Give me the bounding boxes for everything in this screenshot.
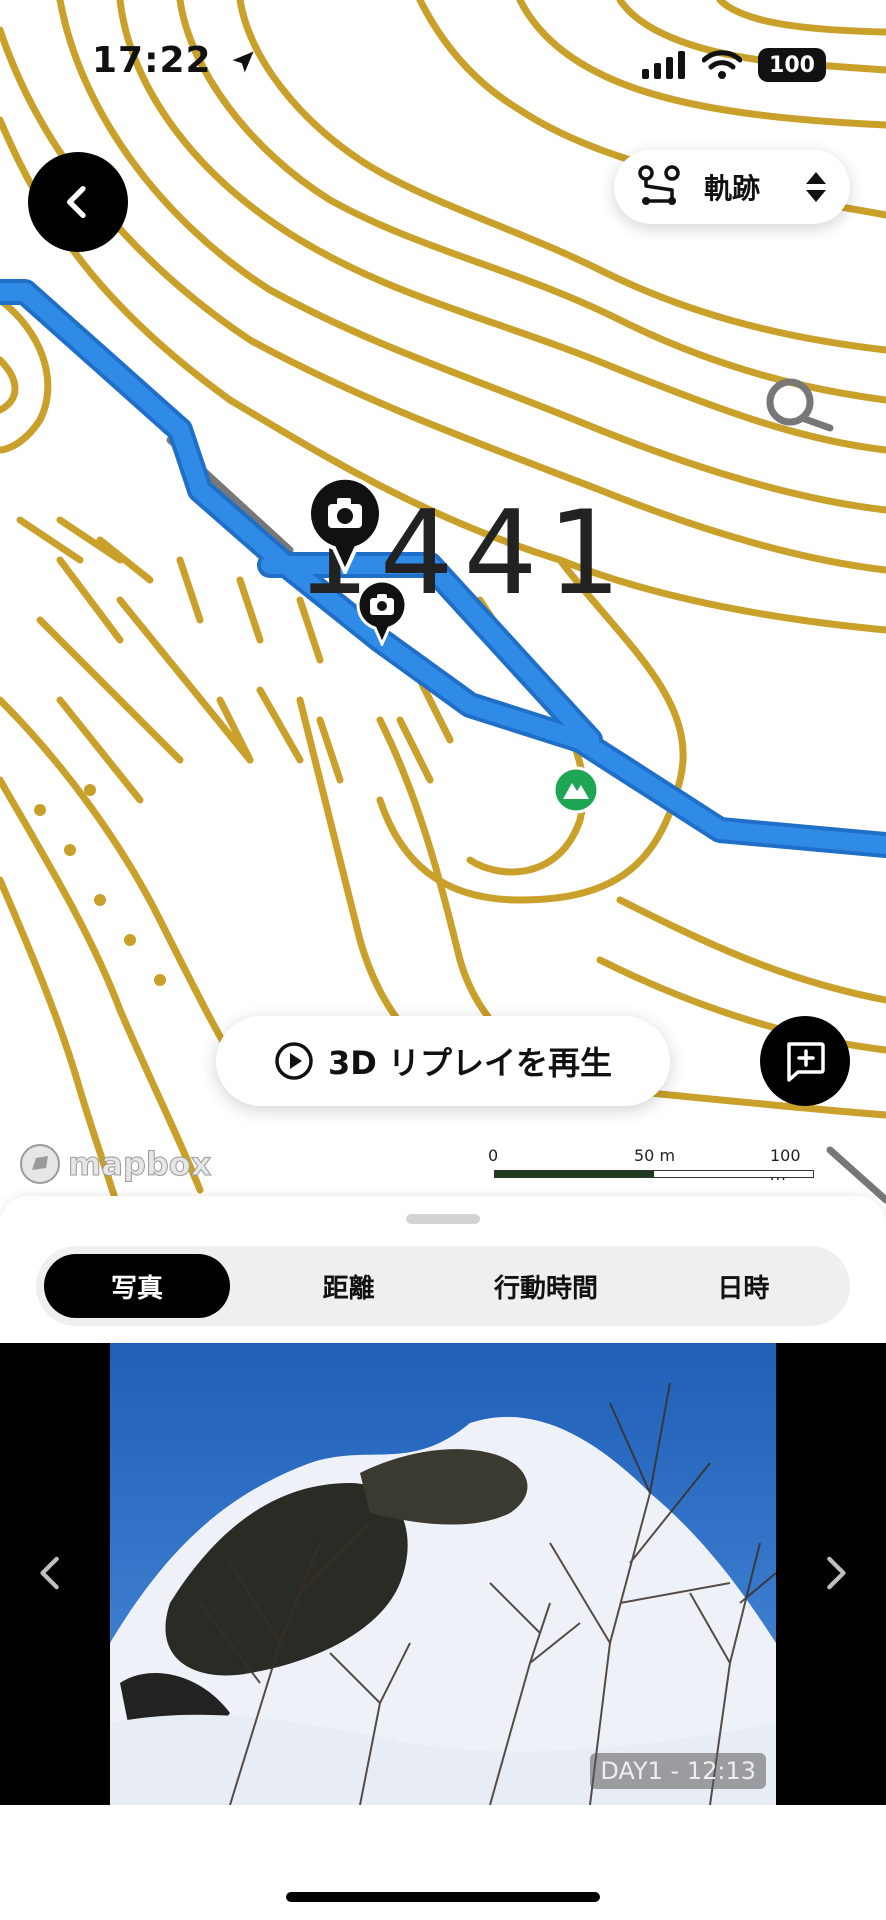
scale-fill xyxy=(495,1171,654,1177)
status-time: 17:22 xyxy=(92,40,257,81)
map-scale-bar: 0 50 m 100 m xyxy=(488,1146,820,1186)
battery-indicator: 100 xyxy=(758,48,826,82)
camera-pin-icon[interactable] xyxy=(356,580,408,646)
scale-end: 100 m xyxy=(770,1146,801,1184)
wifi-icon xyxy=(702,50,742,79)
bottom-sheet: 写真 距離 行動時間 日時 DAY1 - 12:13 xyxy=(0,1196,886,1920)
summit-marker-icon[interactable] xyxy=(552,766,600,814)
sheet-grabber[interactable] xyxy=(406,1214,480,1224)
scale-start: 0 xyxy=(488,1146,499,1165)
tab-photos[interactable]: 写真 xyxy=(44,1254,230,1318)
track-selector-label: 軌跡 xyxy=(704,172,761,205)
status-indicators: 100 xyxy=(642,48,826,82)
up-down-arrows-icon xyxy=(806,172,826,202)
replay-3d-label: 3D リプレイを再生 xyxy=(328,1044,612,1082)
photo-image[interactable]: DAY1 - 12:13 xyxy=(110,1343,776,1805)
location-arrow-icon xyxy=(232,51,254,73)
segmented-tabs: 写真 距離 行動時間 日時 xyxy=(36,1246,850,1326)
route-icon xyxy=(638,165,680,205)
chevron-right-icon[interactable] xyxy=(818,1553,852,1593)
back-button[interactable] xyxy=(28,152,128,252)
track-selector[interactable]: 軌跡 xyxy=(614,150,850,224)
time-text: 17:22 xyxy=(92,40,212,81)
cellular-signal-icon xyxy=(642,51,685,79)
replay-3d-button[interactable]: 3D リプレイを再生 xyxy=(216,1016,670,1106)
scale-line xyxy=(494,1170,814,1178)
home-indicator[interactable] xyxy=(286,1892,600,1902)
status-bar: 17:22 100 xyxy=(0,0,886,120)
mapbox-logo-icon xyxy=(20,1144,60,1184)
mapbox-wordmark: mapbox xyxy=(67,1145,212,1184)
scale-mid: 50 m xyxy=(634,1146,676,1165)
chevron-left-icon xyxy=(67,186,86,218)
play-circle-icon xyxy=(275,1042,313,1080)
mapbox-attribution[interactable]: mapbox xyxy=(18,1142,212,1186)
photo-caption: DAY1 - 12:13 xyxy=(590,1753,766,1789)
chevron-left-icon[interactable] xyxy=(34,1553,68,1593)
add-post-button[interactable] xyxy=(760,1016,850,1106)
photo-snowy-mountain-trees xyxy=(110,1343,776,1805)
camera-pin-icon[interactable] xyxy=(306,476,384,574)
map-view[interactable]: 1441 17:22 100 軌跡 3D リプレイを再生 mapbox 0 50… xyxy=(0,0,886,1215)
tab-datetime[interactable]: 日時 xyxy=(645,1254,842,1318)
photo-gallery[interactable]: DAY1 - 12:13 xyxy=(0,1343,886,1805)
tab-activity-time[interactable]: 行動時間 xyxy=(447,1254,644,1318)
tab-distance[interactable]: 距離 xyxy=(250,1254,447,1318)
add-comment-icon xyxy=(787,1042,825,1082)
